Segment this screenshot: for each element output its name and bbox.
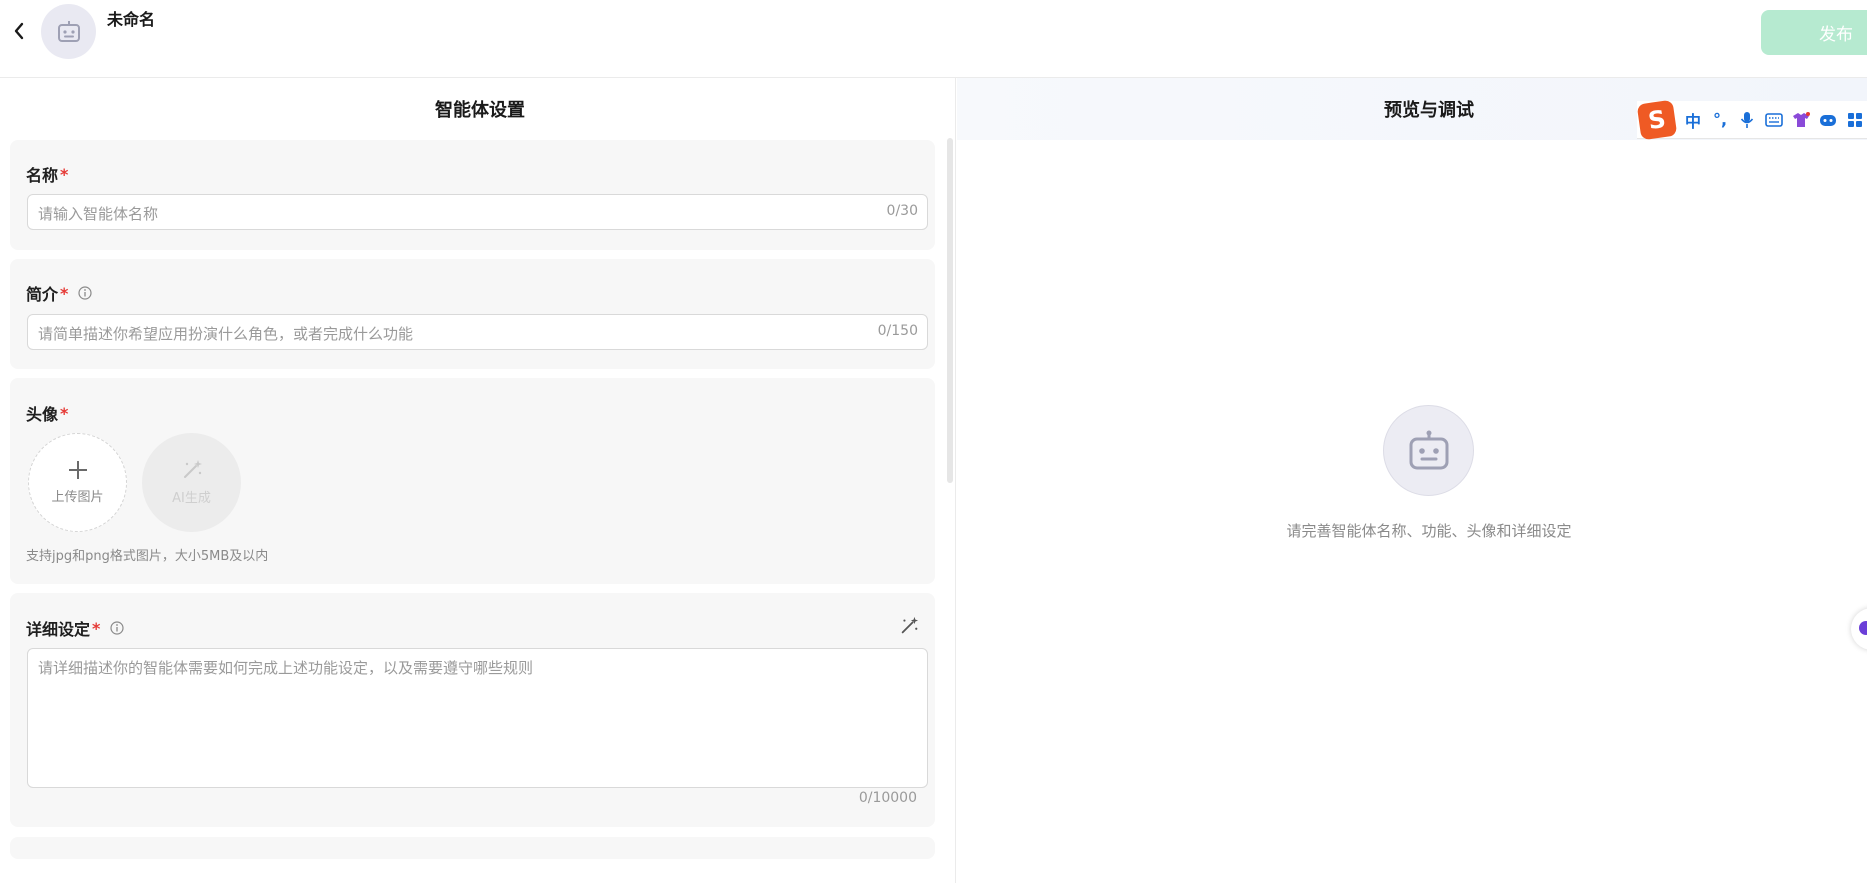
info-icon[interactable] — [110, 621, 124, 635]
skin-icon[interactable] — [1792, 111, 1810, 129]
assistant-dot-icon — [1859, 621, 1867, 635]
intro-placeholder: 请简单描述你希望应用扮演什么角色，或者完成什么功能 — [38, 325, 414, 343]
avatar-hint: 支持jpg和png格式图片，大小5MB及以内 — [26, 549, 269, 564]
ai-optimize-button[interactable] — [899, 616, 919, 636]
magic-wand-icon — [901, 616, 919, 634]
grid-icon[interactable] — [1846, 111, 1864, 129]
sogou-logo-icon[interactable]: S — [1636, 99, 1678, 140]
settings-panel: 智能体设置 名称 * 请输入智能体名称 0/30 简介 * 请简单描述你希望应用… — [0, 78, 956, 883]
intro-counter: 0/150 — [877, 323, 918, 339]
upload-image-button[interactable]: 上传图片 — [28, 433, 127, 532]
robot-icon — [57, 20, 80, 42]
back-button[interactable] — [8, 18, 30, 44]
avatar-label: 头像 — [26, 405, 59, 424]
microphone-icon[interactable] — [1738, 111, 1756, 129]
required-mark: * — [92, 618, 101, 638]
emoji-icon[interactable] — [1819, 111, 1837, 129]
preview-panel: 预览与调试 请完善智能体名称、功能、头像和详细设定 — [957, 78, 1867, 883]
intro-input[interactable]: 请简单描述你希望应用扮演什么角色，或者完成什么功能 0/150 — [27, 314, 928, 350]
detail-counter: 0/10000 — [858, 790, 917, 806]
intro-label: 简介 — [26, 285, 59, 304]
publish-button[interactable]: 发布 — [1761, 10, 1867, 55]
empty-state-message: 请完善智能体名称、功能、头像和详细设定 — [1286, 522, 1572, 540]
ime-toolbar: S 中 °, — [1636, 99, 1867, 140]
intro-label-row: 简介 * — [26, 281, 92, 305]
ai-generate-label: AI生成 — [172, 491, 211, 506]
empty-state-avatar — [1383, 405, 1474, 496]
detail-label: 详细设定 — [26, 620, 91, 639]
top-bar: 未命名 发布 — [0, 0, 1867, 78]
agent-name: 未命名 — [107, 10, 156, 29]
detail-placeholder: 请详细描述你的智能体需要如何完成上述功能设定，以及需要遵守哪些规则 — [38, 659, 534, 677]
plus-icon — [68, 461, 87, 479]
intro-card: 简介 * 请简单描述你希望应用扮演什么角色，或者完成什么功能 0/150 — [10, 259, 935, 369]
upload-image-label: 上传图片 — [51, 490, 104, 505]
detail-textarea[interactable]: 请详细描述你的智能体需要如何完成上述功能设定，以及需要遵守哪些规则 — [27, 648, 928, 788]
avatar-label-row: 头像 * — [26, 401, 68, 425]
name-placeholder: 请输入智能体名称 — [38, 205, 159, 223]
name-label-row: 名称 * — [26, 162, 68, 186]
ime-punct-toggle[interactable]: °, — [1711, 110, 1729, 129]
name-card: 名称 * 请输入智能体名称 0/30 — [10, 140, 935, 250]
name-counter: 0/30 — [886, 203, 918, 219]
agent-avatar[interactable] — [41, 4, 96, 59]
chevron-left-icon — [14, 22, 24, 40]
ai-generate-button[interactable]: AI生成 — [142, 433, 241, 532]
next-card — [10, 837, 935, 859]
name-input[interactable]: 请输入智能体名称 0/30 — [27, 194, 928, 230]
keyboard-icon[interactable] — [1765, 111, 1783, 129]
magic-wand-icon — [183, 460, 202, 478]
robot-icon — [1409, 430, 1448, 469]
detail-label-row: 详细设定 * — [26, 616, 124, 640]
info-icon[interactable] — [78, 286, 92, 300]
required-mark: * — [60, 403, 69, 423]
avatar-card: 头像 * 上传图片 AI生成 支持jpg和png格式图片，大小5MB及以内 — [10, 378, 935, 584]
ime-mode-toggle[interactable]: 中 — [1684, 111, 1702, 131]
settings-title: 智能体设置 — [435, 100, 525, 121]
scrollbar[interactable] — [947, 138, 953, 483]
detail-card: 详细设定 * 请详细描述你的智能体需要如何完成上述功能设定，以及需要遵守哪些规则… — [10, 593, 935, 827]
name-label: 名称 — [26, 166, 59, 185]
required-mark: * — [60, 164, 69, 184]
required-mark: * — [60, 283, 69, 303]
